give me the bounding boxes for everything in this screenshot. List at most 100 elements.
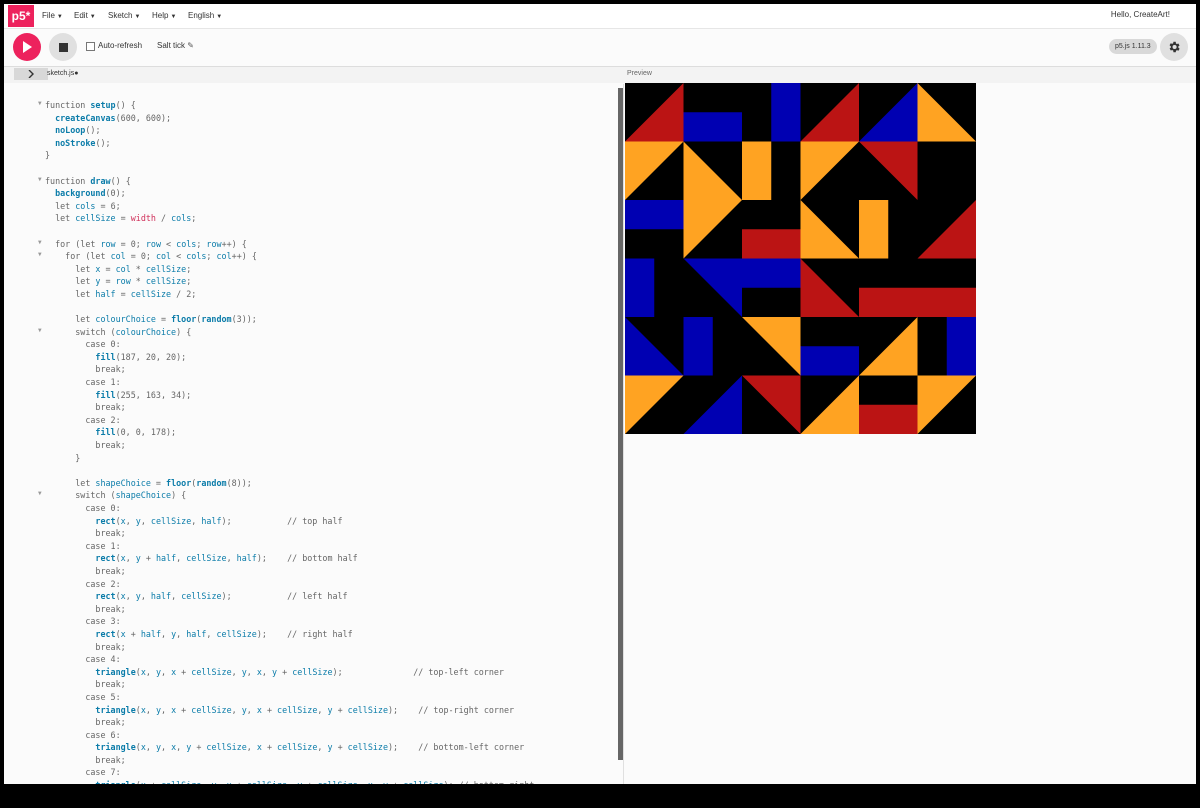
p5-logo[interactable]: p5* <box>8 5 34 27</box>
code-text: let cellSize = width / cols; <box>45 213 197 224</box>
canvas-shape <box>683 112 742 142</box>
code-text: break; <box>45 565 126 576</box>
fold-arrow-icon[interactable]: ▼ <box>38 100 42 107</box>
code-text: rect(x, y + half, cellSize, half); // bo… <box>95 553 358 564</box>
code-text: break; <box>45 679 126 690</box>
canvas-shape <box>859 287 918 317</box>
menu-help-label: Help <box>152 11 169 20</box>
code-text: triangle(x, y, x + cellSize, y, x, y + c… <box>95 666 504 677</box>
code-text: case 2: <box>45 414 121 425</box>
code-text: for (let col = 0; col < cols; col++) { <box>45 251 257 262</box>
fold-arrow-icon[interactable]: ▼ <box>38 327 42 334</box>
code-text: let half = cellSize / 2; <box>45 288 197 299</box>
play-button[interactable] <box>13 33 41 61</box>
code-text: switch (shapeChoice) { <box>45 490 187 501</box>
auto-refresh-checkbox[interactable] <box>86 42 95 51</box>
canvas-shape <box>683 317 713 376</box>
file-tab[interactable]: sketch.js● <box>47 70 78 77</box>
menu-file-label: File <box>42 11 55 20</box>
code-text: createCanvas(600, 600); <box>55 112 172 123</box>
code-text: noStroke(); <box>55 137 111 148</box>
code-text: rect(x, y, half, cellSize); // left half <box>95 591 348 602</box>
nav-bar: p5* File ▼ Edit ▼ Sketch ▼ Help ▼ English ▼ H… <box>4 4 1196 29</box>
menu-file[interactable]: File ▼ <box>42 11 63 20</box>
canvas-shape <box>946 317 976 376</box>
unsaved-dot-icon: ● <box>74 70 79 77</box>
code-text: case 7: <box>45 767 121 778</box>
code-text: noLoop(); <box>55 125 101 136</box>
menu-language-label: English <box>188 11 215 20</box>
version-badge[interactable]: p5.js 1.11.3 <box>1109 39 1157 54</box>
code-text: case 1: <box>45 540 121 551</box>
preview-label: Preview <box>627 70 652 77</box>
sketch-name[interactable]: Salt tick ✎ <box>157 41 194 50</box>
user-greeting[interactable]: Hello, CreateArt! <box>1111 10 1170 19</box>
code-text: break; <box>45 717 126 728</box>
canvas-shape <box>771 83 801 142</box>
chevron-right-icon <box>28 70 34 78</box>
canvas-shape <box>859 200 889 259</box>
code-text: case 2: <box>45 578 121 589</box>
code-text: } <box>45 452 81 463</box>
code-text: let shapeChoice = floor(random(8)); <box>45 477 252 488</box>
fold-arrow-icon[interactable]: ▼ <box>38 239 42 246</box>
code-text: let y = row * cellSize; <box>45 276 192 287</box>
code-text: case 0: <box>45 339 121 350</box>
menu-sketch-label: Sketch <box>108 11 133 20</box>
code-text: fill(187, 20, 20); <box>95 351 187 362</box>
code-text: triangle(x, y, x, y + cellSize, x + cell… <box>95 742 525 753</box>
menu-language[interactable]: English ▼ <box>188 11 222 20</box>
code-text: case 3: <box>45 616 121 627</box>
pencil-icon: ✎ <box>187 41 194 50</box>
code-text: triangle(x + cellSize, y, x + cellSize, … <box>45 780 534 784</box>
code-text: } <box>45 150 51 161</box>
canvas-shape <box>742 258 801 288</box>
sidebar-expand-button[interactable] <box>14 68 48 80</box>
pane-divider[interactable] <box>623 84 624 784</box>
canvas-shape <box>742 141 772 200</box>
gear-icon <box>1169 41 1180 53</box>
stop-button[interactable] <box>49 33 77 61</box>
fold-arrow-icon[interactable]: ▼ <box>38 176 42 183</box>
code-text: fill(255, 163, 34); <box>95 389 192 400</box>
file-tab-label: sketch.js <box>47 70 75 77</box>
chevron-down-icon: ▼ <box>56 14 63 20</box>
code-text: let cols = 6; <box>45 200 121 211</box>
code-text: function setup() { <box>45 100 136 110</box>
canvas-shape <box>742 229 801 259</box>
fold-arrow-icon[interactable]: ▼ <box>38 251 42 258</box>
code-text: break; <box>45 440 126 451</box>
canvas-shape <box>625 200 684 230</box>
stop-icon <box>58 42 68 52</box>
menu-sketch[interactable]: Sketch ▼ <box>108 11 140 20</box>
canvas-shape <box>625 258 655 317</box>
chevron-down-icon: ▼ <box>89 14 96 20</box>
code-text: break; <box>45 754 126 765</box>
preview-canvas[interactable] <box>625 83 976 434</box>
menu-help[interactable]: Help ▼ <box>152 11 176 20</box>
toolbar: Auto-refresh Salt tick ✎ p5.js 1.11.3 <box>4 29 1196 67</box>
code-text: case 4: <box>45 654 121 665</box>
code-text: rect(x, y, cellSize, half); // top half <box>95 515 343 526</box>
code-text: case 5: <box>45 691 121 702</box>
code-text: case 0: <box>45 503 121 513</box>
canvas-shape <box>859 404 918 434</box>
code-text: let x = col * cellSize; <box>45 263 192 274</box>
canvas-shape <box>917 287 976 317</box>
code-text: background(0); <box>55 188 126 199</box>
code-text: rect(x + half, y, half, cellSize); // ri… <box>95 628 353 639</box>
code-editor[interactable]: 1▼function setup() {2 createCanvas(600, … <box>16 84 622 784</box>
play-icon <box>23 41 32 53</box>
file-strip <box>4 67 1196 83</box>
chevron-down-icon: ▼ <box>134 14 141 20</box>
menu-edit[interactable]: Edit ▼ <box>74 11 96 20</box>
auto-refresh-label: Auto-refresh <box>98 41 143 50</box>
chevron-down-icon: ▼ <box>170 14 177 20</box>
code-text: break; <box>45 364 126 375</box>
code-text: fill(0, 0, 178); <box>95 427 177 438</box>
code-text: triangle(x, y, x + cellSize, y, x + cell… <box>95 704 515 715</box>
chevron-down-icon: ▼ <box>216 14 223 20</box>
settings-button[interactable] <box>1160 33 1188 61</box>
code-text: break; <box>45 528 126 539</box>
fold-arrow-icon[interactable]: ▼ <box>38 490 42 497</box>
